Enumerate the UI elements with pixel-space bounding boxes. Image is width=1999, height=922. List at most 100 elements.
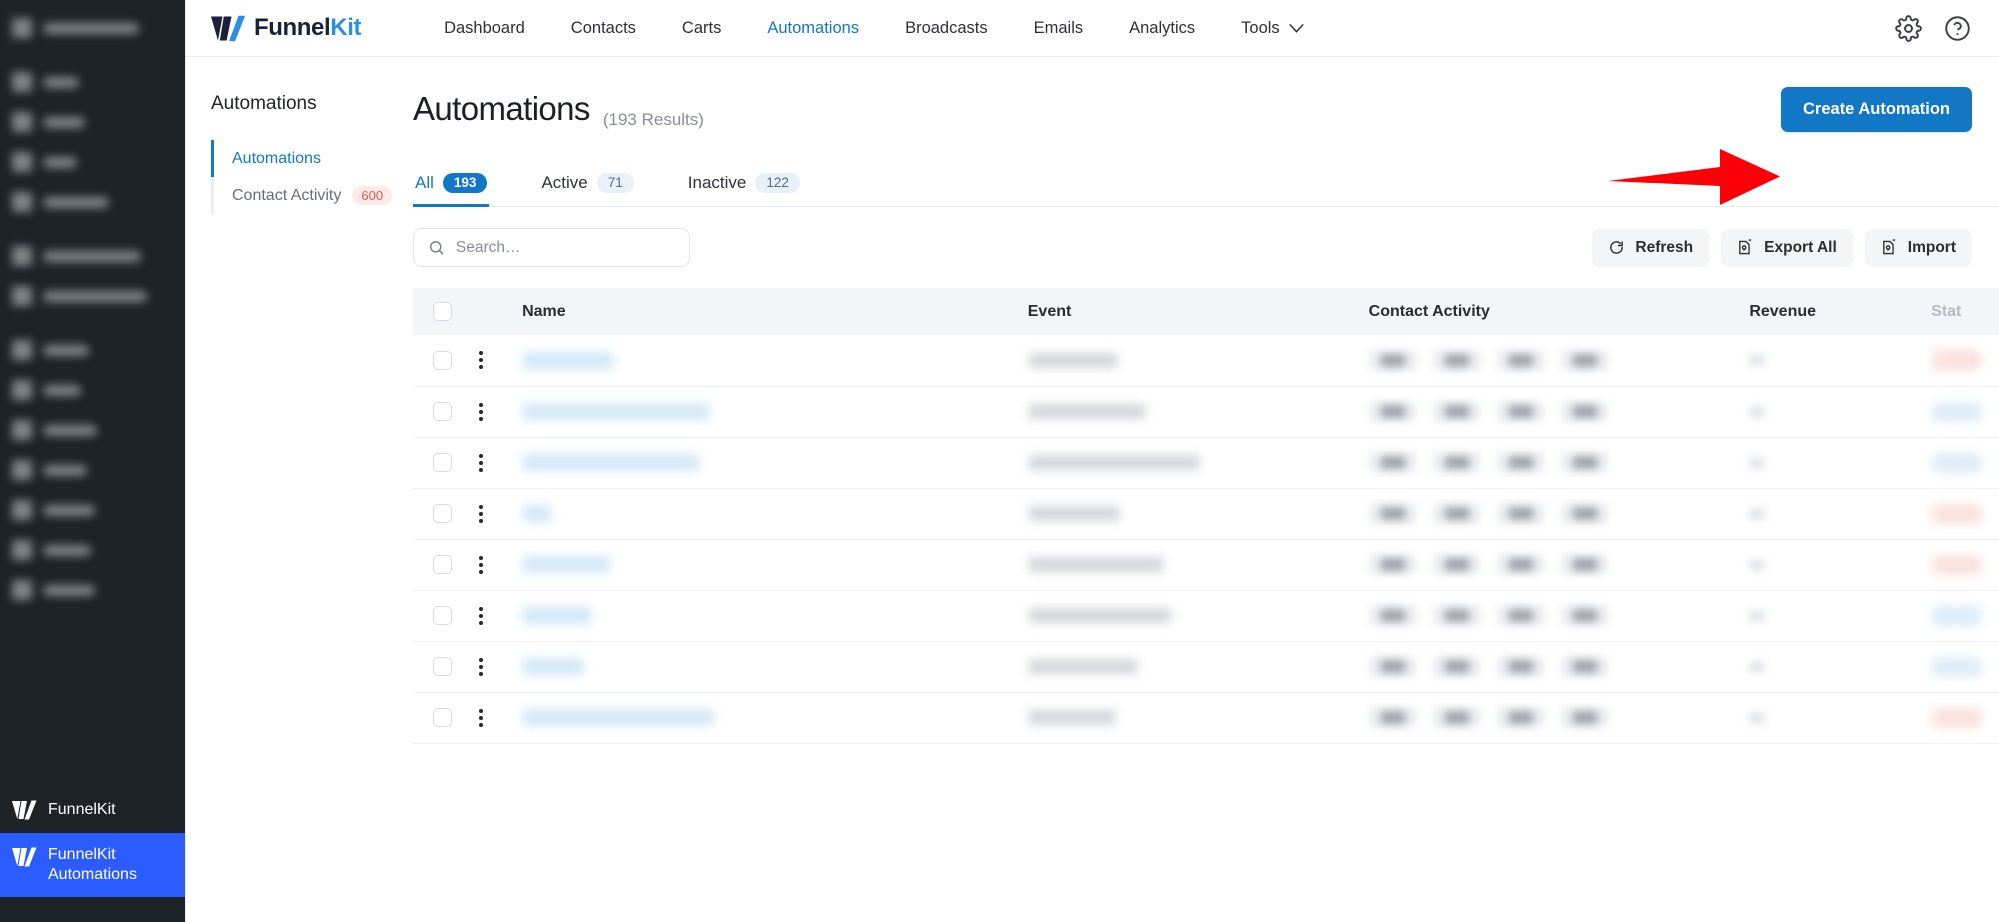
tab-count-badge: 122 [755,173,800,193]
row-select-cell [413,590,479,642]
sidebar-item-funnelkit-automations[interactable]: FunnelKit Automations [0,833,185,897]
column-header-status[interactable]: Stat [1931,288,1999,335]
refresh-button[interactable]: Refresh [1592,228,1710,267]
event-redacted [1027,659,1138,674]
sidebar-item-contact-activity[interactable]: Contact Activity 600 [211,177,413,214]
wp-menu-item-4[interactable] [0,142,185,182]
wp-menu-item-11[interactable] [0,450,185,490]
row-more-options-icon[interactable] [478,708,483,727]
automation-name-cell[interactable] [522,692,1028,744]
row-checkbox[interactable] [433,453,452,472]
event-cell [1027,437,1369,489]
automation-name-redacted [522,505,553,522]
wp-menu-item-3[interactable] [0,102,185,142]
actions-header [478,288,523,335]
wp-menu-item-5[interactable] [0,182,185,222]
activity-stat-pill [1432,503,1480,524]
row-more-options-icon[interactable] [478,606,483,625]
revenue-redacted [1749,711,1766,724]
nav-link-label: Analytics [1129,18,1196,37]
wp-menu-item-14[interactable] [0,570,185,610]
row-more-options-icon[interactable] [478,351,483,370]
wp-menu-item-6[interactable] [0,236,185,276]
column-header-revenue[interactable]: Revenue [1749,288,1932,335]
automation-name-cell[interactable] [522,641,1028,693]
wp-menu-item-9[interactable] [0,370,185,410]
column-header-name[interactable]: Name [522,288,1028,335]
row-more-options-icon[interactable] [478,657,483,676]
refresh-label: Refresh [1635,238,1694,256]
automation-name-cell[interactable] [522,590,1028,642]
automation-name-cell[interactable] [522,386,1028,438]
status-badge-redacted [1931,401,1984,422]
page-header: Automations (193 Results) Create Automat… [413,83,1999,135]
table-row[interactable] [413,641,1999,693]
row-checkbox[interactable] [433,555,452,574]
table-row[interactable] [413,386,1999,438]
wp-menu-item-13[interactable] [0,530,185,570]
automation-name-cell[interactable] [522,488,1028,540]
import-button[interactable]: Import [1864,228,1972,267]
table-row[interactable] [413,488,1999,540]
help-circle-icon[interactable] [1944,15,1971,42]
wp-menu-icon [12,540,32,560]
row-select-cell [413,641,479,693]
tab-inactive[interactable]: Inactive 122 [686,173,802,207]
activity-stat-group [1368,349,1750,371]
activity-stat-pill [1432,605,1480,626]
activity-stat-pill [1368,707,1416,728]
event-cell [1027,386,1369,438]
wp-menu-item-2[interactable] [0,62,185,102]
sidebar-item-automations[interactable]: Automations [211,140,413,177]
search-input[interactable] [455,238,675,257]
automation-name-cell[interactable] [522,335,1028,387]
sidebar-item-funnelkit[interactable]: FunnelKit [0,787,185,833]
wp-menu-item-7[interactable] [0,276,185,316]
row-checkbox[interactable] [433,606,452,625]
tab-all[interactable]: All 193 [413,173,490,207]
revenue-cell [1749,386,1932,438]
tab-active[interactable]: Active 71 [539,173,635,207]
row-checkbox[interactable] [433,657,452,676]
nav-link-dashboard[interactable]: Dashboard [421,0,548,57]
nav-link-contacts[interactable]: Contacts [548,0,659,57]
nav-link-tools[interactable]: Tools [1218,0,1327,57]
wp-menu-label [43,250,141,262]
chevron-down-icon [1289,23,1304,33]
wp-menu-item-10[interactable] [0,410,185,450]
nav-link-carts[interactable]: Carts [659,0,744,57]
nav-link-automations[interactable]: Automations [744,0,882,57]
wp-menu-item-12[interactable] [0,490,185,530]
revenue-redacted [1749,507,1766,520]
table-row[interactable] [413,692,1999,744]
row-checkbox[interactable] [433,504,452,523]
row-checkbox[interactable] [433,402,452,421]
row-more-options-icon[interactable] [478,453,483,472]
table-row[interactable] [413,590,1999,642]
row-more-options-icon[interactable] [478,402,483,421]
row-more-options-icon[interactable] [478,504,483,523]
sidebar-item-badge: 600 [352,186,393,205]
nav-link-broadcasts[interactable]: Broadcasts [882,0,1011,57]
gear-icon[interactable] [1895,14,1922,42]
create-automation-button[interactable]: Create Automation [1781,86,1972,132]
table-row[interactable] [413,335,1999,387]
export-all-button[interactable]: Export All [1721,228,1853,267]
table-row[interactable] [413,539,1999,591]
column-header-contact-activity[interactable]: Contact Activity [1368,288,1750,335]
table-row[interactable] [413,437,1999,489]
select-all-checkbox[interactable] [433,302,452,321]
sidebar-item-label: Contact Activity [232,186,342,204]
nav-link-emails[interactable]: Emails [1011,0,1107,57]
row-more-options-icon[interactable] [478,555,483,574]
search-box[interactable] [413,228,690,267]
wp-menu-item-8[interactable] [0,330,185,370]
funnelkit-brand[interactable]: FunnelKit [210,14,361,42]
row-checkbox[interactable] [433,708,452,727]
nav-link-analytics[interactable]: Analytics [1106,0,1218,57]
automation-name-cell[interactable] [522,539,1028,591]
wp-menu-item-1[interactable] [0,8,185,48]
row-checkbox[interactable] [433,350,452,370]
column-header-event[interactable]: Event [1027,288,1369,335]
automation-name-cell[interactable] [522,437,1028,489]
